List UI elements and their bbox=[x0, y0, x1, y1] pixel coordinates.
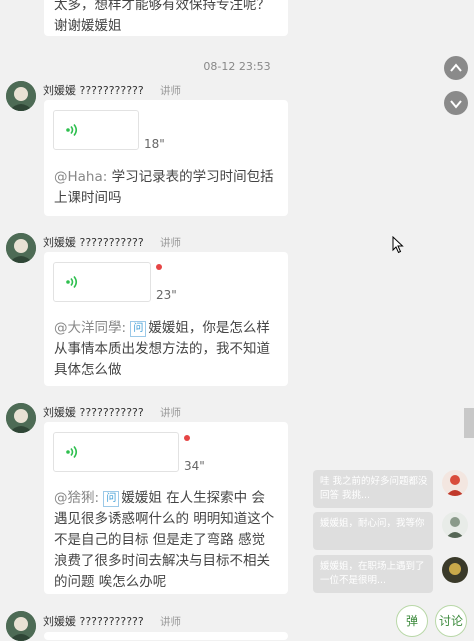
quote-tag: 问 bbox=[103, 491, 120, 507]
barrage-toggle-button[interactable]: 弹 bbox=[396, 605, 428, 637]
scroll-up-button[interactable] bbox=[444, 56, 468, 80]
voice-duration: 18" bbox=[144, 137, 165, 151]
mention: @Haha: bbox=[54, 169, 108, 185]
barrage-text: 媛媛姐，在职场上遇到了一位不是很明... bbox=[320, 561, 425, 586]
mention: @猞猁: bbox=[54, 490, 100, 506]
voice-wave-icon bbox=[66, 446, 78, 458]
chevron-up-icon bbox=[450, 63, 462, 72]
sender-name: 刘媛媛 ??????????? bbox=[43, 615, 144, 628]
message-card-partial bbox=[44, 632, 288, 640]
scrollbar-thumb[interactable] bbox=[464, 408, 474, 438]
avatar[interactable] bbox=[6, 233, 36, 263]
message-card: 18" @Haha: 学习记录表的学习时间包括上课时间吗 bbox=[44, 100, 288, 216]
voice-duration: 34" bbox=[184, 459, 205, 473]
voice-message[interactable] bbox=[53, 262, 151, 302]
unread-dot bbox=[184, 435, 190, 441]
avatar[interactable] bbox=[6, 403, 36, 433]
role-badge: 讲师 bbox=[160, 616, 181, 628]
barrage-avatar bbox=[442, 470, 468, 496]
barrage-item: 媛媛姐，耐心问，我等你 bbox=[313, 512, 433, 550]
avatar[interactable] bbox=[6, 611, 36, 641]
voice-wave-icon bbox=[66, 124, 78, 136]
role-badge: 讲师 bbox=[160, 407, 181, 419]
voice-duration: 23" bbox=[156, 288, 177, 302]
chevron-down-icon bbox=[450, 100, 462, 109]
barrage-text: 哇 我之前的好多问题都没回答 我挑... bbox=[320, 476, 428, 501]
role-badge: 讲师 bbox=[160, 237, 181, 249]
sender-name: 刘媛媛 ??????????? bbox=[43, 84, 144, 97]
barrage-avatar bbox=[442, 557, 468, 583]
barrage-item: 媛媛姐，在职场上遇到了一位不是很明... bbox=[313, 555, 433, 593]
message-card-partial: 太多，想样才能够有效保持专注呢？谢谢媛媛姐 bbox=[44, 0, 288, 36]
timestamp: 08-12 23:53 bbox=[203, 60, 271, 73]
voice-message[interactable] bbox=[53, 110, 139, 150]
scroll-down-button[interactable] bbox=[444, 91, 468, 115]
voice-message[interactable] bbox=[53, 432, 179, 472]
voice-wave-icon bbox=[66, 276, 78, 288]
sender-name: 刘媛媛 ??????????? bbox=[43, 236, 144, 249]
cursor-icon bbox=[392, 236, 404, 254]
role-badge: 讲师 bbox=[160, 85, 181, 97]
barrage-text: 媛媛姐，耐心问，我等你 bbox=[320, 518, 425, 529]
message-text: @大洋同學: 问媛媛姐，你是怎么样从事情本质出发想方法的，我不知道具体怎么做 bbox=[54, 320, 270, 378]
barrage-item: 哇 我之前的好多问题都没回答 我挑... bbox=[313, 470, 433, 508]
sender-name: 刘媛媛 ??????????? bbox=[43, 406, 144, 419]
message-card: 34" @猞猁: 问媛媛姐 在人生探索中 会遇见很多诱惑啊什么的 明明知道这个不… bbox=[44, 422, 288, 594]
quote-tag: 问 bbox=[130, 321, 147, 337]
avatar[interactable] bbox=[6, 81, 36, 111]
message-text: @Haha: 学习记录表的学习时间包括上课时间吗 bbox=[54, 169, 274, 206]
message-text: @猞猁: 问媛媛姐 在人生探索中 会遇见很多诱惑啊什么的 明明知道这个不是自己的… bbox=[54, 490, 275, 590]
message-text: 太多，想样才能够有效保持专注呢？谢谢媛媛姐 bbox=[54, 0, 270, 34]
mention: @大洋同學: bbox=[54, 320, 127, 336]
unread-dot bbox=[156, 264, 162, 270]
discuss-button[interactable]: 讨论 bbox=[435, 605, 467, 637]
barrage-avatar bbox=[442, 512, 468, 538]
message-card: 23" @大洋同學: 问媛媛姐，你是怎么样从事情本质出发想方法的，我不知道具体怎… bbox=[44, 252, 288, 386]
